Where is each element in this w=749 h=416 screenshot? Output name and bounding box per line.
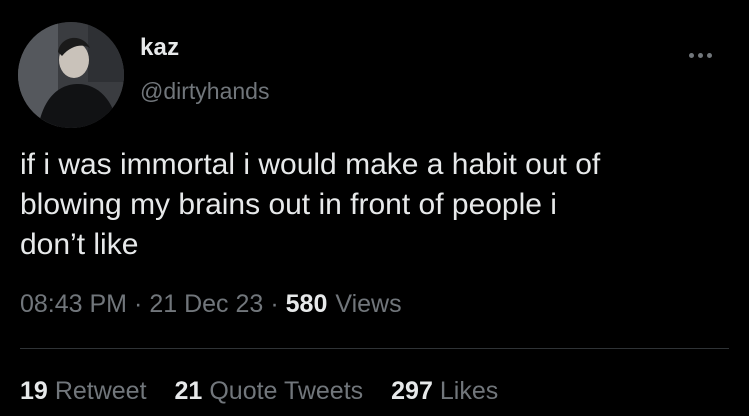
retweets-stat[interactable]: 19 Retweet xyxy=(20,377,147,406)
meta-separator: · xyxy=(270,290,279,318)
likes-count: 297 xyxy=(391,377,433,405)
meta-separator: · xyxy=(134,290,143,318)
quote-tweets-stat[interactable]: 21 Quote Tweets xyxy=(175,377,364,406)
views-label: Views xyxy=(335,290,402,318)
tweet-text: if i was immortal i would make a habit o… xyxy=(20,148,601,261)
more-horizontal-icon-dot xyxy=(706,52,712,58)
tweet-time[interactable]: 08:43 PM xyxy=(20,290,127,319)
likes-label: Likes xyxy=(439,377,499,405)
tweet-date[interactable]: 21 Dec 23 xyxy=(149,290,263,319)
more-horizontal-icon xyxy=(688,52,694,58)
retweets-label: Retweet xyxy=(54,377,147,405)
avatar-image xyxy=(18,22,124,128)
more-options-button[interactable] xyxy=(683,40,717,70)
retweets-count: 19 xyxy=(20,377,48,405)
more-horizontal-icon-dot xyxy=(697,52,703,58)
avatar[interactable] xyxy=(18,22,124,128)
views-count: 580 xyxy=(285,290,328,318)
quote-tweets-count: 21 xyxy=(174,377,203,405)
likes-stat[interactable]: 297 Likes xyxy=(391,377,498,406)
display-name[interactable]: kaz xyxy=(140,34,179,62)
quote-tweets-label: Quote Tweets xyxy=(209,377,364,405)
divider xyxy=(20,348,729,349)
user-handle[interactable]: @dirtyhands xyxy=(140,78,269,105)
tweet-stats: 19 Retweet 21 Quote Tweets 297 Likes xyxy=(20,377,526,406)
tweet-meta: 08:43 PM · 21 Dec 23 · 580 Views xyxy=(20,290,402,319)
tweet-card: kaz @dirtyhands if i was immortal i woul… xyxy=(0,0,749,416)
